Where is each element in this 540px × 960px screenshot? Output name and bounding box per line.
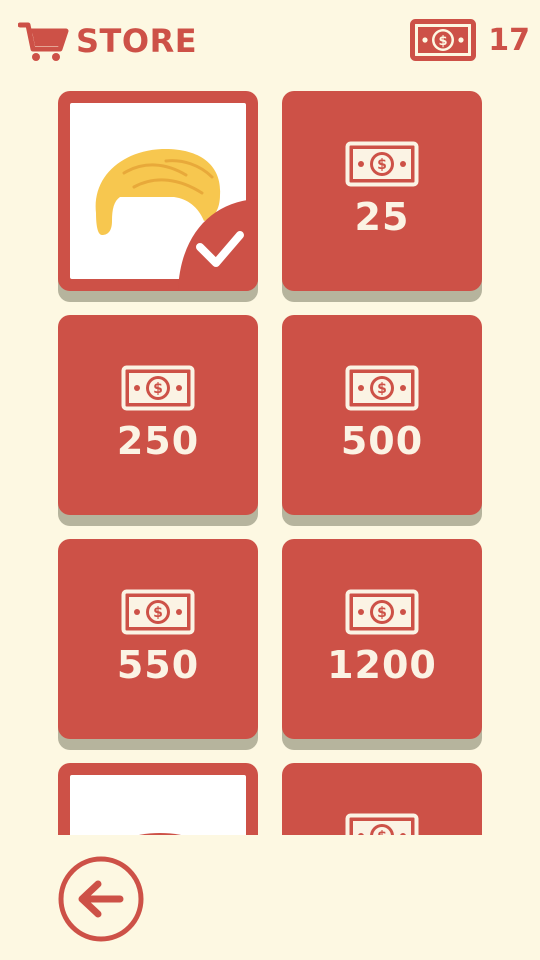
item-price: 550 — [116, 643, 200, 687]
svg-text:$: $ — [153, 381, 163, 397]
store-item-price[interactable]: $ — [282, 763, 482, 835]
item-price: 1200 — [327, 643, 437, 687]
store-item-preview[interactable] — [58, 763, 258, 835]
item-price: 250 — [116, 419, 200, 463]
store-title: STORE — [18, 18, 197, 64]
balance-amount: 17 — [488, 22, 530, 58]
store-item-owned[interactable] — [58, 91, 258, 291]
coin-balance: $ 17 — [410, 18, 530, 62]
svg-text:$: $ — [377, 381, 387, 397]
item-preview — [70, 775, 246, 835]
header: STORE $ 17 — [0, 0, 540, 90]
item-price: 25 — [354, 195, 410, 239]
red-hat-icon — [139, 833, 181, 835]
svg-text:$: $ — [377, 157, 387, 173]
banknote-icon: $ — [345, 141, 419, 187]
store-item-price-1200[interactable]: $ 1200 — [282, 539, 482, 739]
store-item-price-250[interactable]: $ 250 — [58, 315, 258, 515]
store-item-price-25[interactable]: $ 25 — [282, 91, 482, 291]
item-price: 500 — [340, 419, 424, 463]
store-grid[interactable]: $ 25 $ 250 $ 500 $ 550 $ 1200 — [0, 90, 540, 835]
banknote-icon: $ — [410, 19, 477, 61]
banknote-icon: $ — [121, 365, 195, 411]
store-item-price-550[interactable]: $ 550 — [58, 539, 258, 739]
banknote-icon: $ — [121, 589, 195, 635]
check-icon — [178, 199, 258, 291]
back-arrow-icon[interactable] — [58, 856, 144, 942]
svg-text:$: $ — [153, 605, 163, 621]
banknote-icon: $ — [345, 365, 419, 411]
page-title: STORE — [76, 22, 198, 60]
shopping-cart-icon — [18, 22, 69, 61]
store-item-price-500[interactable]: $ 500 — [282, 315, 482, 515]
svg-text:$: $ — [377, 605, 387, 621]
svg-text:$: $ — [439, 34, 448, 49]
banknote-icon: $ — [345, 589, 419, 635]
banknote-icon: $ — [345, 813, 419, 835]
